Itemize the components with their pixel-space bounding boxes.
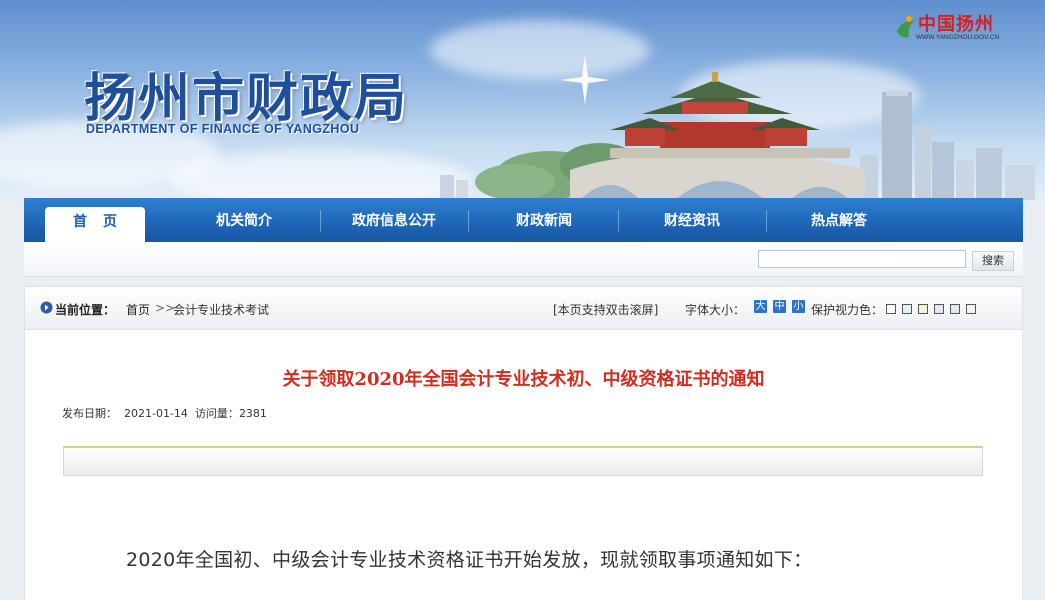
main-nav: 首页 机关简介 政府信息公开 财政新闻 财经资讯 热点解答 — [24, 198, 1023, 242]
nav-item-finance-news[interactable]: 财政新闻 — [479, 198, 609, 242]
header-banner: 扬州市财政局 DEPARTMENT OF FINANCE OF YANGZHOU… — [0, 0, 1045, 200]
eye-protect-label: 保护视力色： — [811, 303, 884, 317]
site-subtitle: DEPARTMENT OF FINANCE OF YANGZHOU — [86, 122, 360, 136]
font-size-small-button[interactable]: 小 — [792, 300, 805, 313]
article-panel: 关于领取2020年全国会计专业技术初、中级资格证书的通知 发布日期： 2021-… — [24, 330, 1023, 600]
eye-color-swatch-blue[interactable] — [950, 304, 960, 314]
location-arrow-icon — [40, 301, 53, 314]
article-title: 关于领取2020年全国会计专业技术初、中级资格证书的通知 — [282, 369, 765, 390]
font-size-medium-button[interactable]: 中 — [773, 300, 786, 313]
scroll-tip: [本页支持双击滚屏] — [553, 303, 659, 317]
font-size-large-button[interactable]: 大 — [754, 300, 767, 313]
location-bar: 当前位置： 首页 >> 会计专业技术考试 [本页支持双击滚屏] 字体大小： 大 … — [24, 286, 1023, 330]
eye-color-swatch-yellow[interactable] — [918, 304, 928, 314]
article-toolbar — [63, 446, 983, 476]
views-count: 2381 — [238, 407, 267, 420]
eye-color-swatch-white[interactable] — [886, 304, 896, 314]
eye-color-swatch-gray[interactable] — [966, 304, 976, 314]
nav-divider — [766, 210, 767, 232]
nav-item-home[interactable]: 首页 — [45, 207, 145, 242]
nav-divider — [468, 210, 469, 232]
portal-name[interactable]: 中国扬州 — [918, 10, 994, 36]
eye-color-swatch-cyan[interactable] — [902, 304, 912, 314]
nav-item-hot-answers[interactable]: 热点解答 — [774, 198, 904, 242]
nav-item-gov-info[interactable]: 政府信息公开 — [329, 198, 459, 242]
location-label: 当前位置： — [55, 303, 116, 317]
nav-divider — [618, 210, 619, 232]
search-button[interactable]: 搜索 — [972, 251, 1014, 271]
city-landscape-illustration — [440, 72, 1035, 200]
publish-date-label: 发布日期： — [62, 407, 117, 420]
search-bar: 搜索 — [24, 242, 1023, 277]
nav-divider — [320, 210, 321, 232]
views-label: 访问量： — [194, 407, 239, 420]
publish-date: 2021-01-14 — [124, 407, 188, 420]
portal-url[interactable]: WWW.YANGZHOU.GOV.CN — [916, 34, 999, 41]
breadcrumb-current-link[interactable]: 会计专业技术考试 — [173, 301, 269, 318]
breadcrumb-home-link[interactable]: 首页 — [126, 301, 150, 318]
article-meta: 发布日期： 2021-01-14 访问量：2381 — [62, 405, 267, 421]
article-lead-paragraph: 2020年全国初、中级会计专业技术资格证书开始发放，现就领取事项通知如下： — [126, 549, 813, 571]
nav-item-about[interactable]: 机关简介 — [184, 198, 304, 242]
search-input[interactable] — [758, 250, 966, 268]
nav-item-economic-info[interactable]: 财经资讯 — [627, 198, 757, 242]
site-title: 扬州市财政局 — [84, 68, 409, 129]
font-size-label: 字体大小： — [685, 303, 746, 317]
eye-color-swatch-purple[interactable] — [934, 304, 944, 314]
